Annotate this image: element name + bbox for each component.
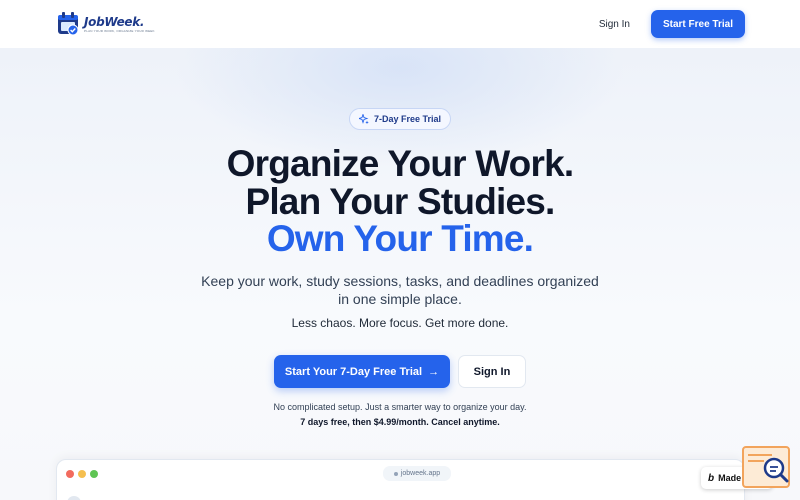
window-minimize-dot [78, 470, 86, 478]
headline-line-3: Own Your Time. [266, 218, 534, 259]
lock-icon [393, 471, 398, 476]
free-trial-badge-label: 7-Day Free Trial [373, 114, 442, 124]
arrow-right-icon: → [428, 365, 440, 378]
start-trial-button-label: Start Your 7-Day Free Trial [284, 365, 423, 378]
window-close-dot [66, 470, 74, 478]
start-trial-button[interactable]: Start Your 7-Day Free Trial → [274, 355, 450, 388]
preview-url: jobweek.app [400, 470, 441, 477]
nav-start-free-trial-button[interactable]: Start Free Trial [650, 10, 745, 38]
top-nav: JobWeek. Plan your work, organize your w… [0, 0, 800, 48]
hero-subtext: Keep your work, study sessions, tasks, a… [201, 273, 599, 307]
headline-line-1: Organize Your Work. [226, 143, 574, 184]
setup-note: No complicated setup. Just a smarter way… [273, 402, 527, 412]
free-trial-badge: 7-Day Free Trial [349, 108, 451, 130]
logo-wordmark: JobWeek. [84, 14, 145, 29]
bolt-logo-icon: b [708, 472, 715, 484]
avatar [67, 496, 81, 500]
preview-url-bar: jobweek.app [383, 466, 451, 481]
hero-tagline: Less chaos. More focus. Get more done. [291, 316, 509, 330]
search-icon[interactable] [760, 455, 790, 485]
calendar-logo-icon [58, 12, 79, 36]
sign-in-button[interactable]: Sign In [458, 355, 526, 388]
logo-tagline: Plan your work, organize your week [84, 28, 155, 33]
logo[interactable]: JobWeek. Plan your work, organize your w… [57, 10, 155, 38]
nav-sign-in-link[interactable]: Sign In [593, 13, 636, 36]
sparkles-icon [358, 114, 369, 124]
app-preview-window: jobweek.app [56, 459, 745, 500]
window-maximize-dot [90, 470, 98, 478]
pricing-note: 7 days free, then $4.99/month. Cancel an… [300, 417, 500, 427]
headline-line-2: Plan Your Studies. [245, 181, 555, 222]
